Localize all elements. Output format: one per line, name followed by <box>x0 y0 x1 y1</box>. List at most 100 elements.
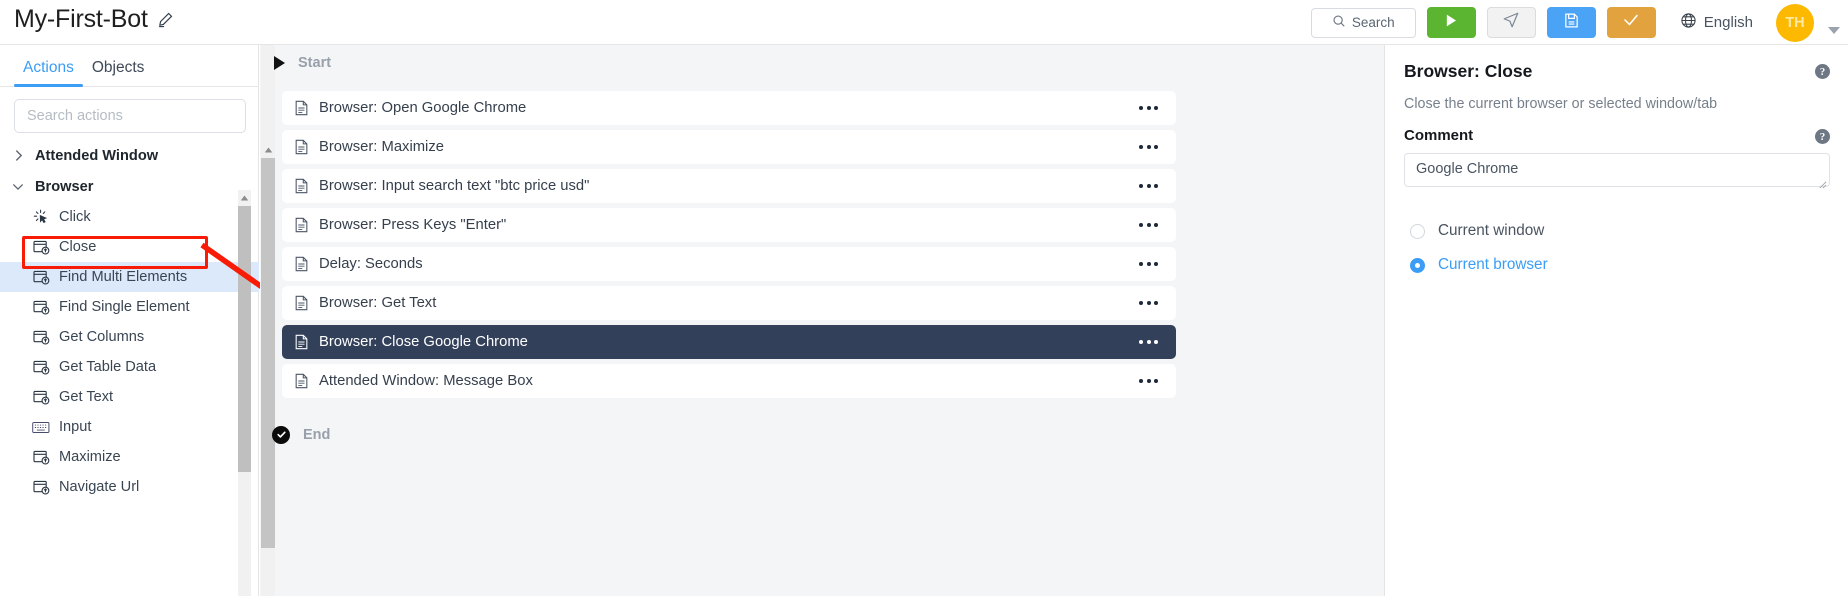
workflow-step-label: Attended Window: Message Box <box>319 373 533 389</box>
tab-objects[interactable]: Objects <box>83 59 154 86</box>
workflow-step[interactable]: Browser: Open Google Chrome <box>282 91 1176 125</box>
sidebar-item-label: Get Table Data <box>59 359 157 375</box>
sidebar-item-label: Input <box>59 419 92 435</box>
step-options-button[interactable] <box>1139 286 1158 320</box>
page-title: My-First-Bot <box>14 5 148 33</box>
sidebar-item-input[interactable]: Input <box>0 412 259 442</box>
floppy-disk-icon <box>1563 12 1580 34</box>
tree-group-attended-window[interactable]: Attended Window <box>0 140 259 171</box>
workflow-step[interactable]: Browser: Get Text <box>282 286 1176 320</box>
header-actions: Search English TH <box>1310 0 1840 45</box>
document-icon <box>294 295 309 311</box>
sidebar-tabs: Actions Objects <box>0 45 258 87</box>
step-options-button[interactable] <box>1139 364 1158 398</box>
comment-label: Comment <box>1404 126 1474 144</box>
document-icon <box>294 373 309 389</box>
browser-window-icon <box>32 449 50 465</box>
start-node-label: Start <box>298 54 332 71</box>
avatar[interactable]: TH <box>1776 3 1814 42</box>
browser-window-icon <box>32 299 50 315</box>
workflow-step[interactable]: Browser: Press Keys "Enter" <box>282 208 1176 242</box>
tab-actions[interactable]: Actions <box>14 59 83 87</box>
sidebar-item-label: Navigate Url <box>59 479 140 495</box>
radio-current-browser[interactable]: Current browser <box>1404 248 1830 282</box>
sidebar-item-get-table-data[interactable]: Get Table Data <box>0 352 259 382</box>
document-icon <box>294 178 309 194</box>
step-options-button[interactable] <box>1139 247 1158 281</box>
radio-button-selected-icon <box>1410 257 1425 273</box>
sidebar-scrollbar-thumb[interactable] <box>238 206 251 472</box>
workflow-step[interactable]: Browser: Input search text "btc price us… <box>282 169 1176 203</box>
question-mark-icon[interactable]: ? <box>1815 129 1830 144</box>
step-run-button[interactable] <box>1486 7 1536 38</box>
properties-header: Browser: Close ? <box>1404 61 1830 82</box>
sidebar-item-label: Get Text <box>59 389 114 405</box>
sidebar-item-label: Click <box>59 209 91 225</box>
workflow-start-node[interactable]: Start <box>260 45 1385 80</box>
workflow-step[interactable]: Attended Window: Message Box <box>282 364 1176 398</box>
search-actions-input[interactable] <box>14 99 246 133</box>
workflow-step-label: Browser: Close Google Chrome <box>319 334 528 350</box>
avatar-initials: TH <box>1785 14 1805 31</box>
chevron-down-icon <box>12 182 24 191</box>
step-options-button[interactable] <box>1139 130 1158 164</box>
save-button[interactable] <box>1546 7 1596 38</box>
comment-field-header: Comment ? <box>1404 126 1830 144</box>
step-options-button[interactable] <box>1139 169 1158 203</box>
check-circle-icon <box>272 425 290 444</box>
question-mark-icon[interactable]: ? <box>1815 64 1830 79</box>
workflow-step[interactable]: Delay: Seconds <box>282 247 1176 281</box>
sidebar-item-find-single-element[interactable]: Find Single Element <box>0 292 259 322</box>
canvas-scroll-up-button[interactable] <box>261 142 275 158</box>
sidebar-item-label: Find Multi Elements <box>59 269 188 285</box>
sidebar-item-navigate-url[interactable]: Navigate Url <box>0 472 259 502</box>
run-button[interactable] <box>1426 7 1476 38</box>
tree-group-label: Browser <box>35 178 94 195</box>
workflow-step-selected[interactable]: Browser: Close Google Chrome <box>282 325 1176 359</box>
language-selector[interactable]: English <box>1680 12 1753 33</box>
step-options-button[interactable] <box>1139 208 1158 242</box>
properties-panel: Browser: Close ? Close the current brows… <box>1386 45 1848 596</box>
document-icon <box>294 256 309 272</box>
chevron-down-icon[interactable] <box>1828 27 1840 34</box>
browser-window-icon <box>32 269 50 285</box>
comment-field-wrap <box>1404 153 1830 192</box>
sidebar-item-label: Close <box>59 239 97 255</box>
workflow-step-label: Browser: Maximize <box>319 139 444 155</box>
search-button-label: Search <box>1351 15 1395 30</box>
radio-label: Current browser <box>1438 256 1548 273</box>
sidebar-item-find-multi-elements[interactable]: Find Multi Elements <box>0 262 259 292</box>
browser-window-icon <box>32 359 50 375</box>
workflow-step-label: Browser: Open Google Chrome <box>319 100 527 116</box>
search-button[interactable]: Search <box>1310 7 1416 38</box>
workflow-step[interactable]: Browser: Maximize <box>282 130 1176 164</box>
browser-window-icon <box>32 329 50 345</box>
sidebar-item-get-columns[interactable]: Get Columns <box>0 322 259 352</box>
pencil-icon[interactable] <box>157 11 174 28</box>
search-icon <box>1332 14 1346 31</box>
bot-title-group: My-First-Bot <box>14 2 174 36</box>
workflow-step-label: Delay: Seconds <box>319 256 423 272</box>
sidebar-scroll-up-button[interactable] <box>238 190 251 205</box>
sidebar-item-label: Maximize <box>59 449 121 465</box>
radio-current-window[interactable]: Current window <box>1404 214 1830 248</box>
validate-button[interactable] <box>1606 7 1656 38</box>
click-cursor-icon <box>32 209 50 225</box>
properties-description: Close the current browser or selected wi… <box>1404 96 1718 112</box>
comment-input[interactable] <box>1404 153 1830 187</box>
step-options-button[interactable] <box>1139 325 1158 359</box>
sidebar-item-close[interactable]: Close <box>0 232 259 262</box>
sidebar-item-label: Get Columns <box>59 329 145 345</box>
check-icon <box>1622 11 1640 34</box>
workflow-end-node[interactable]: End <box>260 417 1385 452</box>
workflow-step-list: Browser: Open Google Chrome Browser: Max… <box>282 91 1176 403</box>
canvas-scrollbar-thumb[interactable] <box>261 158 275 548</box>
browser-window-icon <box>32 479 50 495</box>
tree-group-label: Attended Window <box>35 147 159 164</box>
sidebar-item-click[interactable]: Click <box>0 202 259 232</box>
sidebar-item-maximize[interactable]: Maximize <box>0 442 259 472</box>
step-options-button[interactable] <box>1139 91 1158 125</box>
tree-group-browser[interactable]: Browser <box>0 171 259 202</box>
sidebar-item-get-text[interactable]: Get Text <box>0 382 259 412</box>
chevron-right-icon <box>12 149 24 162</box>
